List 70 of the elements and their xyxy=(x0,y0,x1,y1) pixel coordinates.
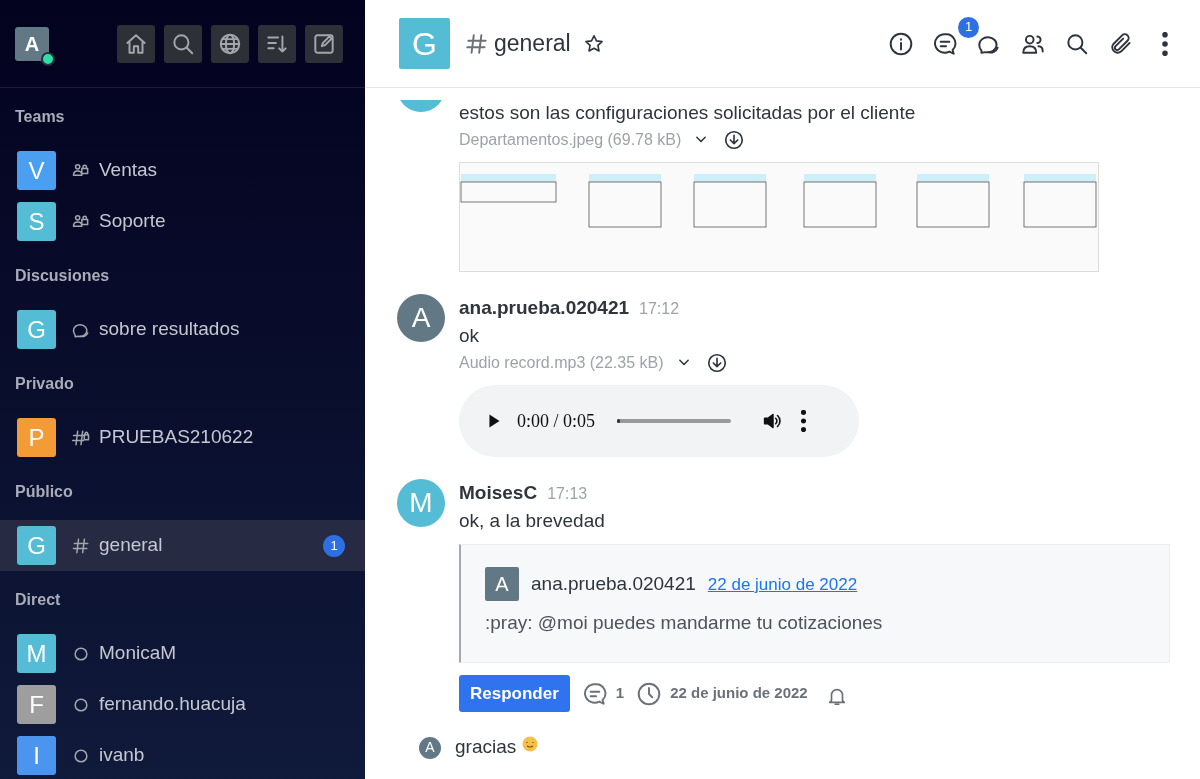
timestamp: 17:12 xyxy=(639,299,680,320)
item-label: Ventas xyxy=(99,158,158,183)
avatar: M xyxy=(397,479,445,528)
sidebar-item[interactable]: G general 1 xyxy=(0,520,365,571)
reply-count: 1 xyxy=(615,683,625,704)
item-label: MonicaM xyxy=(99,641,177,666)
username[interactable]: ana.prueba.020421 xyxy=(531,570,696,599)
avatar: A xyxy=(419,736,441,759)
quote-text: :pray: @moi puedes mandarme tu cotizaciones xyxy=(485,611,884,636)
audio-time: 0:00 / 0:05 xyxy=(517,409,595,433)
sidebar-item[interactable]: I ivanb xyxy=(0,730,365,779)
user-avatar[interactable]: A xyxy=(15,26,49,61)
message-text: ok, a la brevedad xyxy=(459,508,606,533)
message-text: ok xyxy=(459,323,481,348)
sidebar-item[interactable]: F fernando.huacuja xyxy=(0,679,365,730)
message-text: gracias xyxy=(455,735,517,760)
section-title: Discusiones xyxy=(15,265,110,286)
edit-button[interactable] xyxy=(305,24,343,63)
avatar: P xyxy=(17,418,56,457)
avatar: A xyxy=(485,567,519,602)
star-icon xyxy=(582,32,605,55)
avatar: F xyxy=(17,685,56,724)
clock-icon xyxy=(636,680,663,707)
sidebar-item[interactable]: G sobre resultados xyxy=(0,304,365,355)
search-button[interactable] xyxy=(164,24,202,63)
avatar: M xyxy=(17,634,56,673)
item-label: PRUEBAS210622 xyxy=(99,425,254,450)
avatar: A xyxy=(397,294,445,343)
room-title: general xyxy=(494,29,571,59)
section-title: Privado xyxy=(15,373,74,394)
section-title: Público xyxy=(15,481,73,502)
username[interactable]: ana.prueba.020421 xyxy=(459,294,630,323)
info-icon xyxy=(888,30,914,57)
threads-icon xyxy=(932,30,958,57)
kebab-icon xyxy=(801,410,806,433)
sidebar-item[interactable]: V Ventas xyxy=(0,145,365,196)
sort-button[interactable] xyxy=(258,24,296,63)
sidebar-item[interactable]: P PRUEBAS210622 xyxy=(0,412,365,463)
thread-date: 22 de junio de 2022 xyxy=(670,683,808,704)
username[interactable]: MoisesC xyxy=(459,479,538,508)
item-label: fernando.huacuja xyxy=(99,692,246,717)
avatar: I xyxy=(17,736,56,775)
globe-button[interactable] xyxy=(211,24,249,63)
section-title: Teams xyxy=(15,106,65,127)
download-button[interactable] xyxy=(723,129,746,152)
date-link[interactable]: 22 de junio de 2022 xyxy=(707,571,858,598)
section-title: Direct xyxy=(15,589,61,610)
message-text: estos son las configuraciones solicitadas por el cliente xyxy=(459,100,917,125)
unread-badge: 1 xyxy=(323,534,345,557)
count-badge: 1 xyxy=(958,16,979,38)
threads-icon xyxy=(581,680,608,707)
timestamp: 17:13 xyxy=(547,484,588,505)
item-label: Soporte xyxy=(99,209,166,234)
download-button[interactable] xyxy=(705,352,728,375)
progress-track[interactable] xyxy=(617,419,731,424)
sidebar-item[interactable]: M MonicaM xyxy=(0,628,365,679)
avatar: S xyxy=(17,202,56,241)
home-button[interactable] xyxy=(117,24,155,63)
download-icon xyxy=(723,129,746,152)
reply-button[interactable]: Responder xyxy=(459,674,570,713)
item-label: sobre resultados xyxy=(99,317,240,342)
item-label: general xyxy=(99,533,163,558)
avatar: G xyxy=(17,526,56,565)
kebab-icon xyxy=(1162,31,1168,56)
room-avatar: G xyxy=(399,18,450,69)
sidebar-item[interactable]: S Soporte xyxy=(0,196,365,247)
item-label: ivanb xyxy=(99,743,145,768)
avatar: V xyxy=(17,151,56,190)
download-icon xyxy=(705,352,728,375)
avatar: G xyxy=(17,310,56,349)
